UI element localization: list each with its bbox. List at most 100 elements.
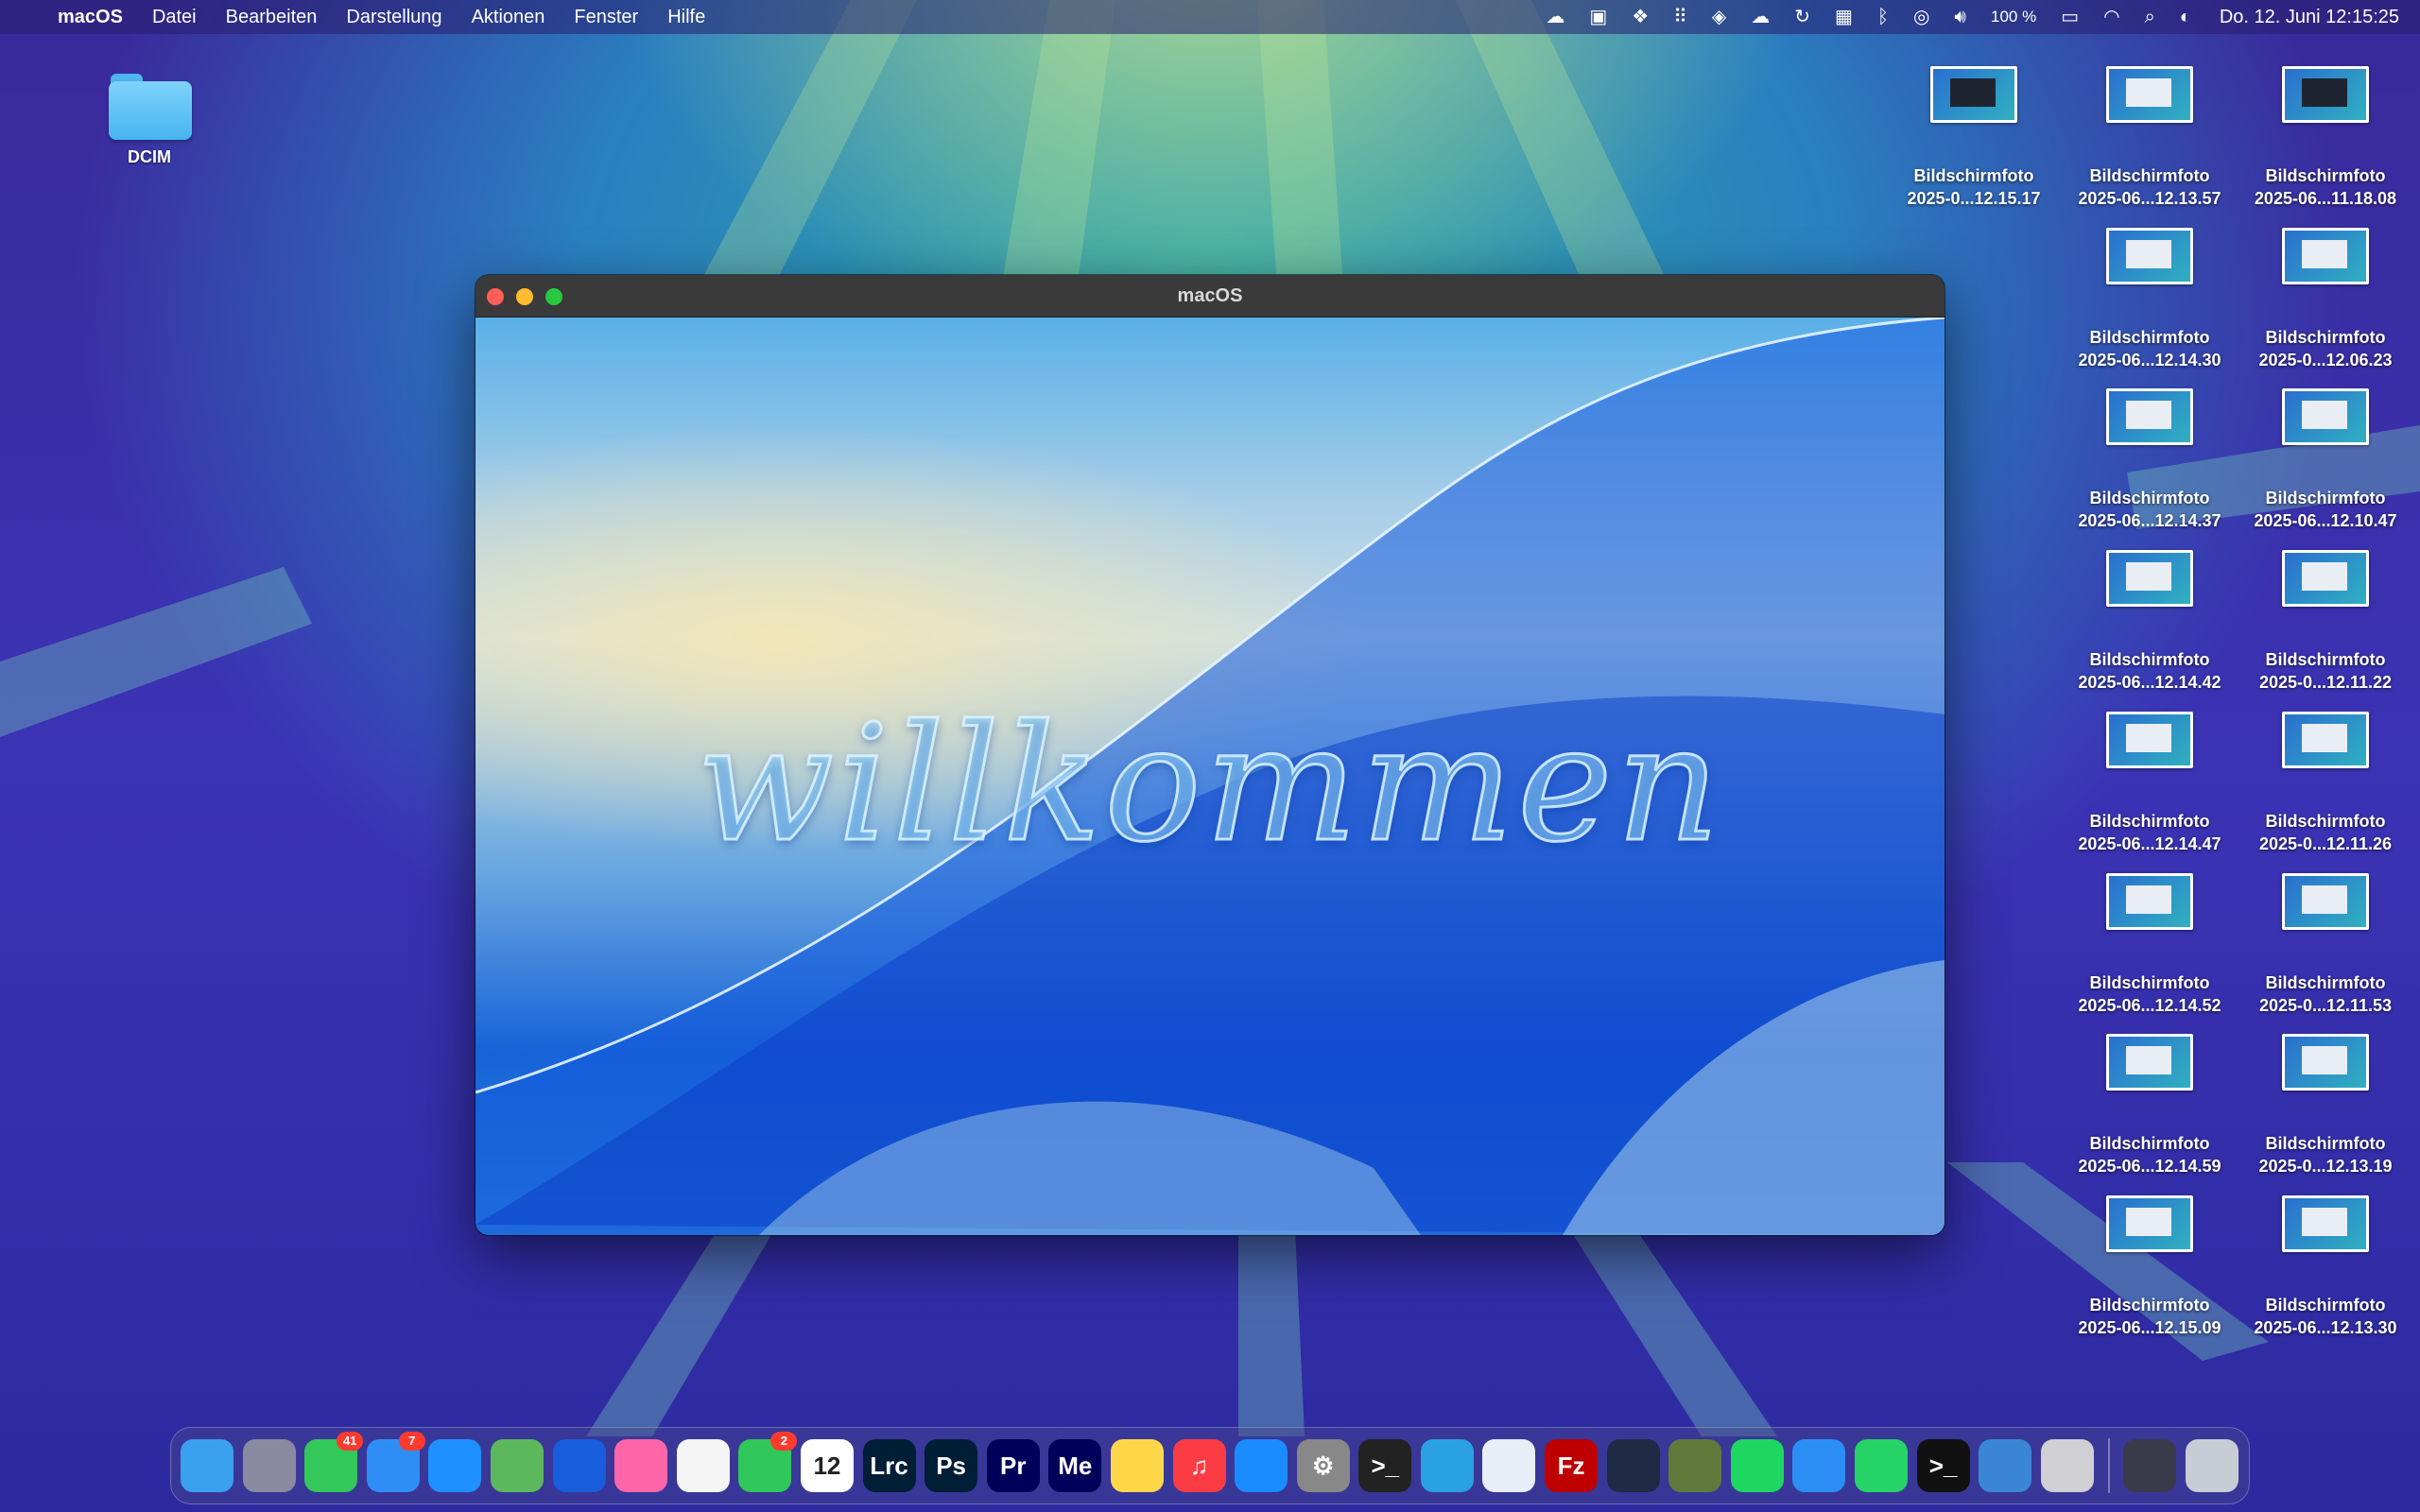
photoshop-icon[interactable]: Ps (925, 1439, 978, 1492)
finder-icon[interactable] (181, 1439, 233, 1492)
spotify-icon[interactable] (1730, 1439, 1784, 1492)
desktop-folder-dcim[interactable]: DCIM (102, 70, 197, 167)
filezilla-icon[interactable]: Fz (1545, 1439, 1599, 1492)
wordpress-icon[interactable] (1606, 1439, 1660, 1492)
notification-badge: 41 (337, 1432, 364, 1451)
system-settings-icon[interactable]: ⚙ (1296, 1439, 1350, 1492)
desktop-screenshot-file[interactable]: Bildschirmfoto 2025-06...12.14.59 (2060, 1034, 2239, 1177)
desktop-screenshot-file[interactable]: Bildschirmfoto 2025-06...12.13.57 (2060, 66, 2239, 210)
spotlight-search-icon[interactable]: ⌕ (2145, 8, 2155, 26)
desktop-screenshot-file[interactable]: Bildschirmfoto 2025-06...12.15.09 (2060, 1194, 2239, 1339)
safari-icon[interactable] (428, 1439, 482, 1492)
desktop-screenshot-file[interactable]: Bildschirmfoto 2025-06...12.10.47 (2236, 388, 2415, 532)
desktop-screenshot-file[interactable]: Bildschirmfoto 2025-06...12.14.37 (2060, 388, 2239, 532)
desktop-screenshot-file[interactable]: Bildschirmfoto 2025-0...12.15.17 (1884, 66, 2064, 210)
screenshot-file-label: Bildschirmfoto 2025-06...12.14.59 (2060, 1132, 2239, 1177)
desktop-screenshot-file[interactable]: Bildschirmfoto 2025-06...12.14.52 (2060, 872, 2239, 1017)
desktop-screenshot-file[interactable]: Bildschirmfoto 2025-0...12.11.22 (2236, 550, 2415, 694)
layers-icon[interactable]: ◈ (1712, 8, 1726, 26)
terminal-icon[interactable]: >_ (1358, 1439, 1412, 1492)
app-icon[interactable] (1482, 1439, 1536, 1492)
whatsapp-icon[interactable] (1855, 1439, 1909, 1492)
creative-cloud-icon[interactable]: ☁ (1546, 8, 1564, 26)
screenshot-file-label: Bildschirmfoto 2025-0...12.15.17 (1884, 164, 2064, 210)
menu-datei[interactable]: Datei (152, 7, 197, 28)
calendar-icon[interactable]: 12 (800, 1439, 854, 1492)
screenshot-file-label: Bildschirmfoto 2025-06...12.14.42 (2060, 648, 2239, 694)
dock-item-glyph: Fz (1557, 1451, 1585, 1480)
windows-app-icon[interactable] (1792, 1439, 1846, 1492)
desktop-screenshot-file[interactable]: Bildschirmfoto 2025-0...12.06.23 (2236, 227, 2415, 371)
screenshot-thumbnail-icon (2282, 388, 2369, 446)
file-name-line1: Bildschirmfoto (2265, 1295, 2386, 1314)
cloud-icon[interactable]: ☁ (1751, 8, 1770, 26)
desktop-screenshot-file[interactable]: Bildschirmfoto 2025-0...12.11.26 (2236, 711, 2415, 855)
screenshot-thumbnail-icon (2106, 227, 2193, 284)
file-name-line2: 2025-06...12.10.47 (2254, 511, 2397, 531)
screenshot-file-label: Bildschirmfoto 2025-06...11.18.08 (2236, 164, 2415, 210)
facetime-icon[interactable]: 2 (738, 1432, 798, 1492)
volume-icon[interactable]: 🔊︎ (1954, 8, 1966, 26)
screenshot-thumbnail-icon (2282, 1194, 2369, 1252)
menu-aktionen[interactable]: Aktionen (472, 7, 545, 28)
mail-icon[interactable]: 7 (366, 1432, 425, 1492)
bitwarden-icon[interactable] (552, 1439, 606, 1492)
telegram-icon[interactable] (1420, 1439, 1474, 1492)
recent-app-icon[interactable] (2123, 1439, 2177, 1492)
desktop-screenshot-file[interactable]: Bildschirmfoto 2025-0...12.11.53 (2236, 872, 2415, 1017)
file-name-line1: Bildschirmfoto (2089, 327, 2210, 347)
grid-icon[interactable]: ⠿ (1673, 8, 1687, 26)
screen-share-icon[interactable]: ▣ (1589, 8, 1607, 26)
airdrop-icon[interactable]: ◎ (1913, 8, 1929, 26)
launchpad-icon[interactable] (242, 1439, 296, 1492)
premiere-icon[interactable]: Pr (986, 1439, 1040, 1492)
app-store-icon[interactable] (1235, 1439, 1288, 1492)
messages-icon[interactable]: 41 (304, 1432, 364, 1492)
file-name-line2: 2025-06...12.14.47 (2078, 833, 2221, 853)
wifi-icon[interactable]: ◠ (2103, 8, 2119, 26)
desktop-screenshot-file[interactable]: Bildschirmfoto 2025-06...12.13.30 (2236, 1194, 2415, 1339)
dropbox-icon[interactable]: ❖ (1632, 8, 1649, 26)
screenshot-thumbnail-icon (2282, 550, 2369, 608)
menu-app-name[interactable]: macOS (58, 7, 123, 28)
bluetooth-icon[interactable]: ᛒ (1877, 8, 1889, 26)
xcode-globe-icon[interactable] (1668, 1439, 1722, 1492)
menu-clock[interactable]: Do. 12. Juni 12:15:25 (2220, 7, 2399, 28)
macos-installer-window[interactable]: macOS willkommen (475, 275, 1945, 1235)
photos-alt-icon[interactable] (676, 1439, 730, 1492)
file-name-line2: 2025-06...12.13.30 (2254, 1317, 2397, 1337)
music-icon[interactable]: ♫ (1172, 1439, 1226, 1492)
desktop-screenshot-file[interactable]: Bildschirmfoto 2025-06...12.14.30 (2060, 227, 2239, 371)
menu-hilfe[interactable]: Hilfe (667, 7, 705, 28)
battery-icon[interactable]: ▭ (2061, 8, 2079, 26)
notes-icon[interactable] (1110, 1439, 1164, 1492)
screenshot-file-label: Bildschirmfoto 2025-0...12.11.26 (2236, 810, 2415, 855)
layout-icon[interactable]: ▦ (1835, 8, 1853, 26)
menu-bearbeiten[interactable]: Bearbeiten (226, 7, 318, 28)
xcode-beta-icon[interactable] (1979, 1439, 2032, 1492)
media-encoder-icon[interactable]: Me (1048, 1439, 1102, 1492)
file-name-line1: Bildschirmfoto (2089, 1134, 2210, 1154)
file-name-line2: 2025-0...12.06.23 (2258, 350, 2393, 369)
window-titlebar[interactable]: macOS (475, 275, 1945, 318)
desktop-screenshot-file[interactable]: Bildschirmfoto 2025-06...12.14.47 (2060, 711, 2239, 855)
battery-percentage: 100 % (1991, 8, 2037, 26)
desktop-screenshot-file[interactable]: Bildschirmfoto 2025-06...12.14.42 (2060, 550, 2239, 694)
desktop-screenshot-file[interactable]: Bildschirmfoto 2025-0...12.13.19 (2236, 1034, 2415, 1177)
maps-icon[interactable] (490, 1439, 544, 1492)
file-name-line1: Bildschirmfoto (2089, 650, 2210, 670)
control-center-icon[interactable]: ◐ (2180, 8, 2191, 26)
lightroom-icon[interactable]: Lrc (862, 1439, 916, 1492)
apple-icon[interactable] (2040, 1439, 2094, 1492)
screenshot-file-label: Bildschirmfoto 2025-06...12.13.30 (2236, 1294, 2415, 1339)
screenshot-thumbnail-icon (2106, 1034, 2193, 1091)
file-name-line1: Bildschirmfoto (2265, 972, 2386, 992)
desktop-screenshot-file[interactable]: Bildschirmfoto 2025-06...11.18.08 (2236, 66, 2415, 210)
menu-darstellung[interactable]: Darstellung (346, 7, 441, 28)
terminal-alt-icon[interactable]: >_ (1916, 1439, 1970, 1492)
dock-item-glyph: >_ (1928, 1451, 1958, 1480)
trash-icon[interactable] (2186, 1439, 2238, 1492)
sync-icon[interactable]: ↻ (1794, 8, 1810, 26)
menu-fenster[interactable]: Fenster (574, 7, 638, 28)
photos-icon[interactable] (614, 1439, 668, 1492)
